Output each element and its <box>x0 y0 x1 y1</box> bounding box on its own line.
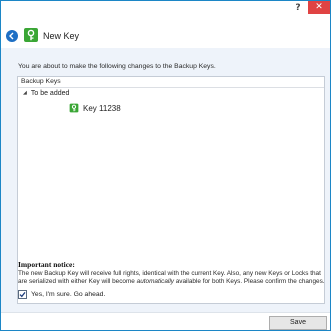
help-button[interactable]: ? <box>291 2 305 14</box>
back-button[interactable] <box>6 30 18 42</box>
tree-item-key[interactable]: Key 11238 <box>69 102 121 114</box>
tree-group-label: To be added <box>30 90 70 97</box>
page-title: New Key <box>43 31 80 41</box>
key-icon <box>69 103 79 113</box>
tree-item-label: Key 11238 <box>83 103 121 113</box>
important-notice: Important notice: The new Backup Key wil… <box>18 260 330 286</box>
app-window: ? ✕ New Key You are about to make the fo… <box>0 0 331 331</box>
notice-body-emphasis: automatically <box>136 278 174 285</box>
tree-column-header: Backup Keys <box>18 77 324 88</box>
expand-arrow-icon[interactable]: ◢ <box>23 89 27 98</box>
title-bar: ? ✕ <box>1 1 330 15</box>
page-header: New Key <box>1 24 330 48</box>
confirm-checkbox[interactable] <box>18 289 27 299</box>
notice-body: The new Backup Key will receive full rig… <box>18 270 330 286</box>
intro-text: You are about to make the following chan… <box>18 63 216 70</box>
confirm-checkbox-row[interactable]: Yes, I'm sure. Go ahead. <box>18 289 105 299</box>
footer-bar: Save <box>1 312 330 330</box>
confirm-label[interactable]: Yes, I'm sure. Go ahead. <box>31 291 105 298</box>
save-button[interactable]: Save <box>269 316 327 330</box>
notice-title: Important notice: <box>18 260 75 269</box>
tree-group-to-be-added[interactable]: ◢ To be added <box>23 89 69 98</box>
back-arrow-icon <box>9 32 14 40</box>
checkmark-icon <box>19 291 26 297</box>
key-icon <box>24 28 38 42</box>
close-button[interactable]: ✕ <box>308 1 330 14</box>
notice-body-part2: available for both Keys. Please confirm … <box>173 278 325 285</box>
